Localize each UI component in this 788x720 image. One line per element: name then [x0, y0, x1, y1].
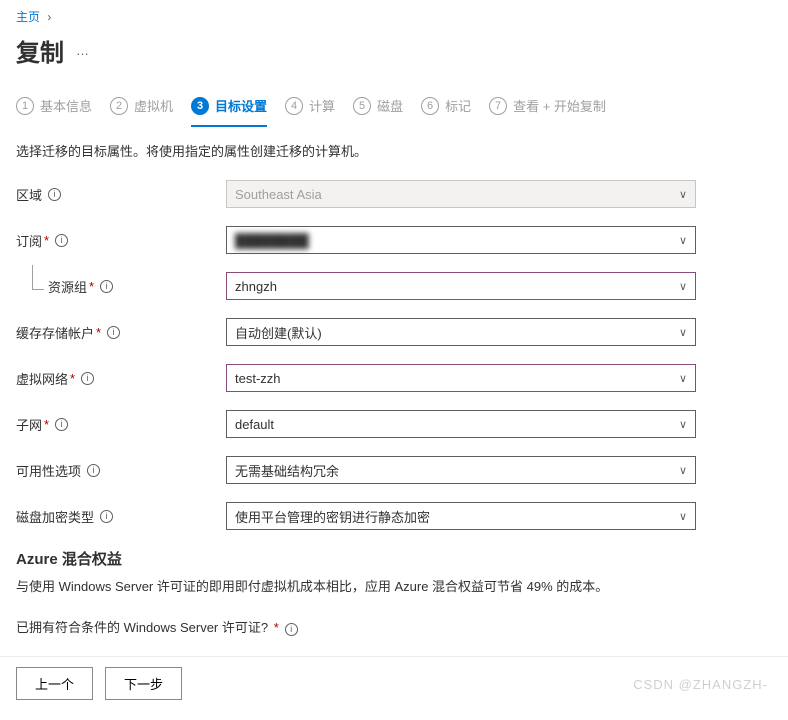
prev-button[interactable]: 上一个	[16, 667, 93, 700]
cache-storage-dropdown[interactable]: 自动创建(默认)∨	[226, 318, 696, 346]
step-number: 1	[16, 97, 34, 115]
chevron-down-icon: ∨	[679, 418, 687, 431]
subnet-label: 子网	[16, 415, 42, 434]
info-icon[interactable]: i	[100, 280, 113, 293]
wizard-step-5[interactable]: 5 磁盘	[353, 88, 403, 127]
step-number: 5	[353, 97, 371, 115]
chevron-down-icon: ∨	[679, 372, 687, 385]
step-number: 7	[489, 97, 507, 115]
disk-encryption-label: 磁盘加密类型	[16, 507, 94, 526]
chevron-down-icon: ∨	[679, 326, 687, 339]
wizard-step-1[interactable]: 1 基本信息	[16, 88, 92, 127]
step-label: 基本信息	[40, 96, 92, 115]
wizard-nav: 1 基本信息 2 虚拟机 3 目标设置 4 计算 5 磁盘 6 标记 7 查看 + 开始复制	[0, 88, 788, 127]
step-label: 标记	[445, 96, 471, 115]
chevron-down-icon: ∨	[679, 234, 687, 247]
chevron-down-icon: ∨	[679, 510, 687, 523]
info-icon[interactable]: i	[81, 372, 94, 385]
chevron-right-icon: ›	[47, 10, 51, 24]
next-button[interactable]: 下一步	[105, 667, 182, 700]
hybrid-section-title: Azure 混合权益	[16, 548, 772, 569]
subnet-dropdown[interactable]: default∨	[226, 410, 696, 438]
step-number: 4	[285, 97, 303, 115]
availability-dropdown[interactable]: 无需基础结构冗余∨	[226, 456, 696, 484]
info-icon[interactable]: i	[55, 234, 68, 247]
cache-storage-label: 缓存存储帐户	[16, 323, 94, 342]
page-description: 选择迁移的目标属性。将使用指定的属性创建迁移的计算机。	[0, 141, 788, 180]
step-label: 查看 + 开始复制	[513, 96, 606, 115]
step-number: 3	[191, 97, 209, 115]
breadcrumb-home[interactable]: 主页	[16, 10, 40, 24]
step-number: 6	[421, 97, 439, 115]
chevron-down-icon: ∨	[679, 464, 687, 477]
step-label: 磁盘	[377, 96, 403, 115]
wizard-step-4[interactable]: 4 计算	[285, 88, 335, 127]
info-icon[interactable]: i	[285, 623, 298, 636]
step-number: 2	[110, 97, 128, 115]
wizard-step-7[interactable]: 7 查看 + 开始复制	[489, 88, 606, 127]
info-icon[interactable]: i	[100, 510, 113, 523]
info-icon[interactable]: i	[87, 464, 100, 477]
info-icon[interactable]: i	[55, 418, 68, 431]
more-icon[interactable]: …	[76, 43, 91, 58]
info-icon[interactable]: i	[107, 326, 120, 339]
chevron-down-icon: ∨	[679, 280, 687, 293]
disk-encryption-dropdown[interactable]: 使用平台管理的密钥进行静态加密∨	[226, 502, 696, 530]
info-icon[interactable]: i	[48, 188, 61, 201]
hybrid-question-label: 已拥有符合条件的 Windows Server 许可证?	[16, 620, 272, 635]
page-title: 复制	[16, 33, 64, 68]
step-label: 计算	[309, 96, 335, 115]
vnet-label: 虚拟网络	[16, 369, 68, 388]
step-label: 目标设置	[215, 96, 267, 115]
region-label: 区域	[16, 185, 42, 204]
resource-group-dropdown[interactable]: zhngzh∨	[226, 272, 696, 300]
breadcrumb: 主页 ›	[0, 0, 788, 29]
vnet-dropdown[interactable]: test-zzh∨	[226, 364, 696, 392]
wizard-step-2[interactable]: 2 虚拟机	[110, 88, 173, 127]
subscription-label: 订阅	[16, 231, 42, 250]
subscription-dropdown[interactable]: ████████∨	[226, 226, 696, 254]
resource-group-label: 资源组	[48, 277, 87, 296]
wizard-step-3[interactable]: 3 目标设置	[191, 88, 267, 127]
chevron-down-icon: ∨	[679, 188, 687, 201]
availability-label: 可用性选项	[16, 461, 81, 480]
hybrid-section-desc: 与使用 Windows Server 许可证的即用即付虚拟机成本相比，应用 Az…	[16, 577, 772, 597]
wizard-step-6[interactable]: 6 标记	[421, 88, 471, 127]
region-dropdown: Southeast Asia∨	[226, 180, 696, 208]
step-label: 虚拟机	[134, 96, 173, 115]
